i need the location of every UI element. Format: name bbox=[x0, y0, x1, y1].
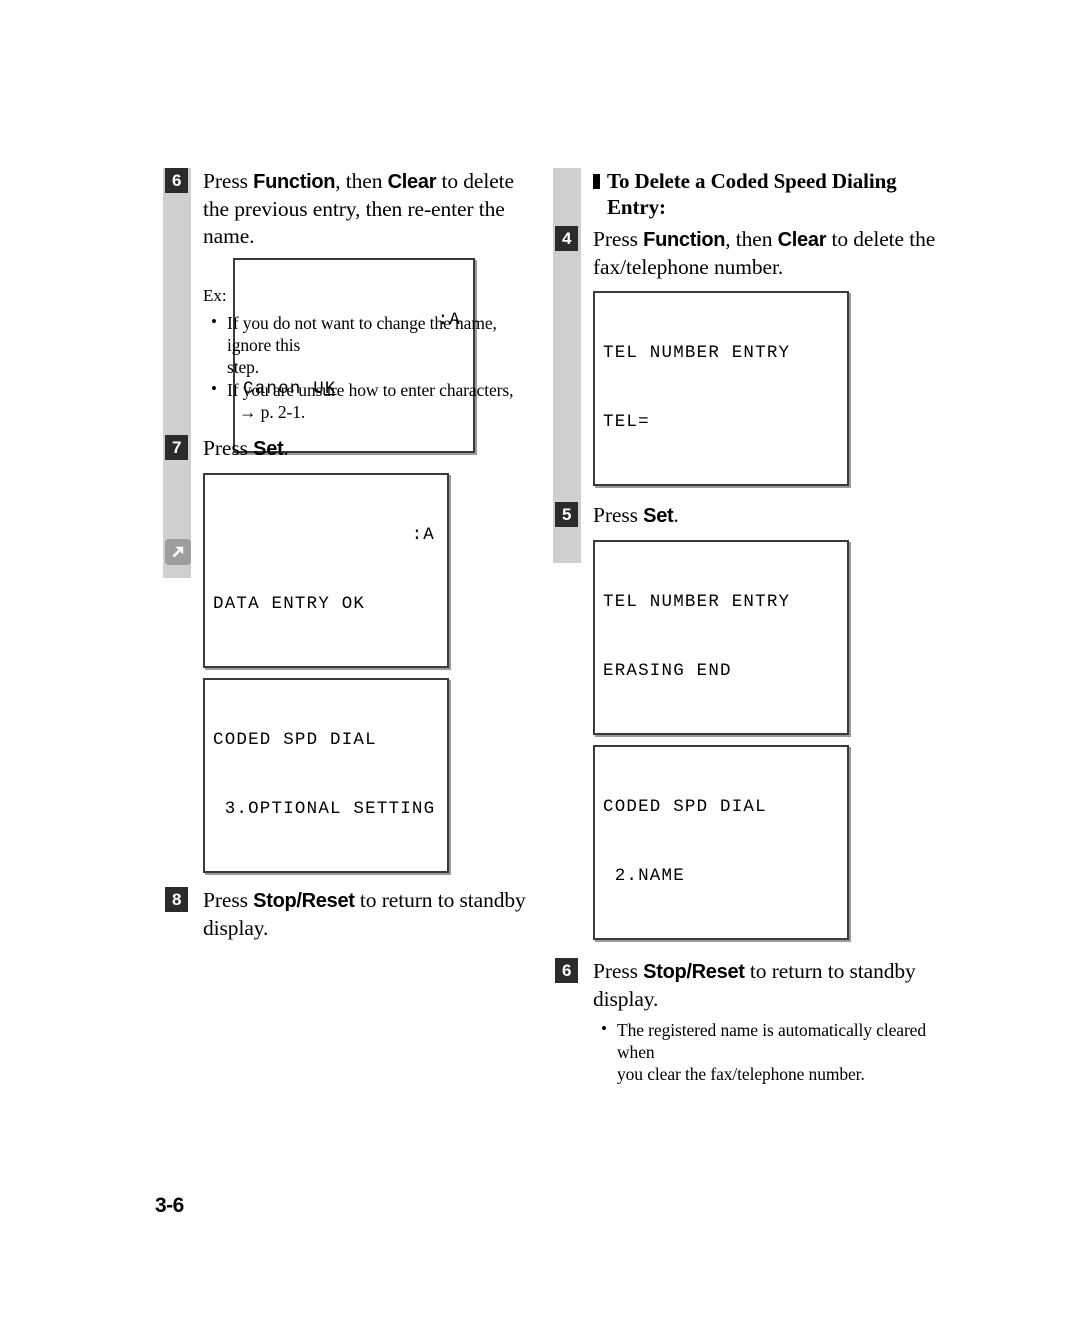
left-column: 6 Press Function, then Clear to delete t… bbox=[163, 168, 543, 942]
heading-line-2: Entry: bbox=[607, 195, 666, 219]
heading-line-1: To Delete a Coded Speed Dialing bbox=[607, 169, 897, 193]
step-text-part: Press bbox=[593, 503, 644, 527]
step-number-badge: 5 bbox=[555, 502, 578, 527]
step-instruction: Press Stop/Reset to return to standby di… bbox=[593, 958, 943, 1013]
lcd-display-optional-setting: CODED SPD DIAL 3.OPTIONAL SETTING bbox=[203, 678, 449, 873]
key-function: Function bbox=[253, 171, 336, 193]
key-clear: Clear bbox=[387, 171, 437, 193]
step-number-badge: 4 bbox=[555, 226, 578, 251]
note-line: step. bbox=[227, 357, 260, 377]
step-text-part: . bbox=[283, 436, 289, 460]
note-line: you clear the fax/telephone number. bbox=[617, 1064, 865, 1084]
step-number-badge: 6 bbox=[165, 168, 188, 193]
key-clear: Clear bbox=[777, 229, 827, 251]
step-text-part: Press bbox=[203, 436, 254, 460]
step-text-part: , then bbox=[725, 227, 778, 251]
lcd-display-coded-spd-dial-name: CODED SPD DIAL 2.NAME bbox=[593, 745, 849, 940]
arrow-up-right-icon[interactable] bbox=[165, 539, 191, 565]
step-6-right: 6 Press Stop/Reset to return to standby … bbox=[553, 958, 943, 1013]
example-display-wrap: Ex: :A Canon UK bbox=[203, 258, 543, 453]
step-4-right: 4 Press Function, then Clear to delete t… bbox=[553, 226, 943, 281]
lcd-line-title: CODED SPD DIAL bbox=[603, 797, 767, 817]
step-7-displays: :A DATA ENTRY OK CODED SPD DIAL 3.OPTION… bbox=[203, 473, 543, 873]
step-5-displays: TEL NUMBER ENTRY ERASING END CODED SPD D… bbox=[593, 540, 943, 940]
key-stop-reset: Stop/Reset bbox=[253, 890, 355, 912]
note-line: If you are unsure how to enter character… bbox=[227, 380, 514, 400]
note-line: The registered name is automatically cle… bbox=[617, 1020, 926, 1062]
step-5-right: 5 Press Set. bbox=[553, 502, 943, 530]
step-text-part: Press bbox=[593, 227, 644, 251]
lcd-display-data-entry-ok: :A DATA ENTRY OK bbox=[203, 473, 449, 668]
step-6-notes: If you do not want to change the name, i… bbox=[209, 311, 543, 423]
lcd-line-value: TEL= bbox=[603, 412, 650, 432]
step-4-displays: TEL NUMBER ENTRY TEL= bbox=[593, 291, 943, 486]
step-7-left: 7 Press Set. bbox=[163, 435, 543, 463]
lcd-line-value: ERASING END bbox=[603, 661, 732, 681]
note-cross-reference[interactable]: → p. 2-1. bbox=[227, 401, 543, 423]
lcd-line-title: TEL NUMBER ENTRY bbox=[603, 343, 791, 363]
step-instruction: Press Set. bbox=[203, 435, 543, 463]
note-item: If you do not want to change the name, i… bbox=[209, 311, 543, 378]
step-text-part: Press bbox=[203, 888, 254, 912]
section-heading: To Delete a Coded Speed Dialing Entry: bbox=[593, 168, 943, 220]
step-text-part: Press bbox=[593, 959, 644, 983]
step-8-left: 8 Press Stop/Reset to return to standby … bbox=[163, 887, 543, 942]
example-label: Ex: bbox=[203, 286, 227, 305]
step-instruction: Press Function, then Clear to delete the… bbox=[203, 168, 543, 250]
page-number: 3-6 bbox=[155, 1194, 184, 1217]
note-item: The registered name is automatically cle… bbox=[599, 1018, 943, 1085]
lcd-line-mode: :A bbox=[411, 525, 435, 545]
key-stop-reset: Stop/Reset bbox=[643, 961, 745, 983]
lcd-line-menu-item: 2.NAME bbox=[603, 866, 685, 886]
step-6-right-notes: The registered name is automatically cle… bbox=[599, 1018, 943, 1085]
step-text-part: , then bbox=[335, 169, 388, 193]
right-column: To Delete a Coded Speed Dialing Entry: 4… bbox=[553, 168, 943, 1086]
step-number-badge: 7 bbox=[165, 435, 188, 460]
step-number-badge: 6 bbox=[555, 958, 578, 983]
step-instruction: Press Function, then Clear to delete the… bbox=[593, 226, 943, 281]
key-set: Set bbox=[253, 438, 284, 460]
lcd-display-tel-number-entry: TEL NUMBER ENTRY TEL= bbox=[593, 291, 849, 486]
lcd-display-erasing-end: TEL NUMBER ENTRY ERASING END bbox=[593, 540, 849, 735]
lcd-line-title: CODED SPD DIAL bbox=[213, 730, 377, 750]
note-line: If you do not want to change the name, i… bbox=[227, 313, 497, 355]
note-item: If you are unsure how to enter character… bbox=[209, 378, 543, 423]
heading-marker-icon bbox=[593, 174, 600, 189]
lcd-line-menu-item: 3.OPTIONAL SETTING bbox=[213, 799, 436, 819]
key-set: Set bbox=[643, 505, 674, 527]
manual-page: 6 Press Function, then Clear to delete t… bbox=[0, 0, 1080, 1331]
step-instruction: Press Set. bbox=[593, 502, 943, 530]
lcd-line-value: DATA ENTRY OK bbox=[213, 594, 366, 614]
lcd-line-title: TEL NUMBER ENTRY bbox=[603, 592, 791, 612]
step-6-left: 6 Press Function, then Clear to delete t… bbox=[163, 168, 543, 250]
step-instruction: Press Stop/Reset to return to standby di… bbox=[203, 887, 543, 942]
step-text-part: Press bbox=[203, 169, 254, 193]
key-function: Function bbox=[643, 229, 726, 251]
step-text-part: . bbox=[673, 503, 679, 527]
step-number-badge: 8 bbox=[165, 887, 188, 912]
